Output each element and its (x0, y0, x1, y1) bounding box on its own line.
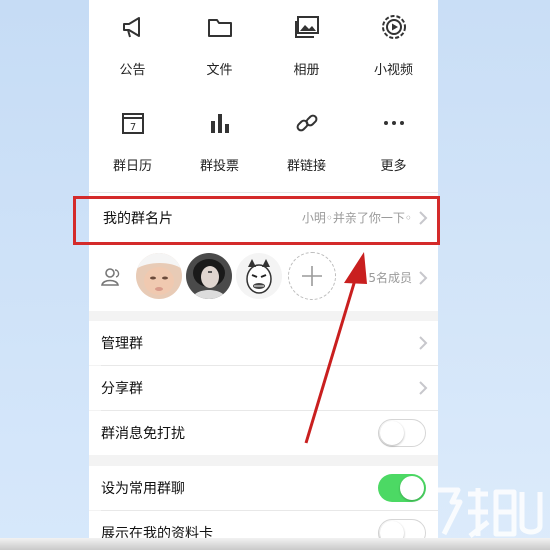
bottom-bar (0, 538, 550, 550)
annotation-arrow (304, 252, 367, 444)
site-watermark-logo (436, 487, 543, 538)
